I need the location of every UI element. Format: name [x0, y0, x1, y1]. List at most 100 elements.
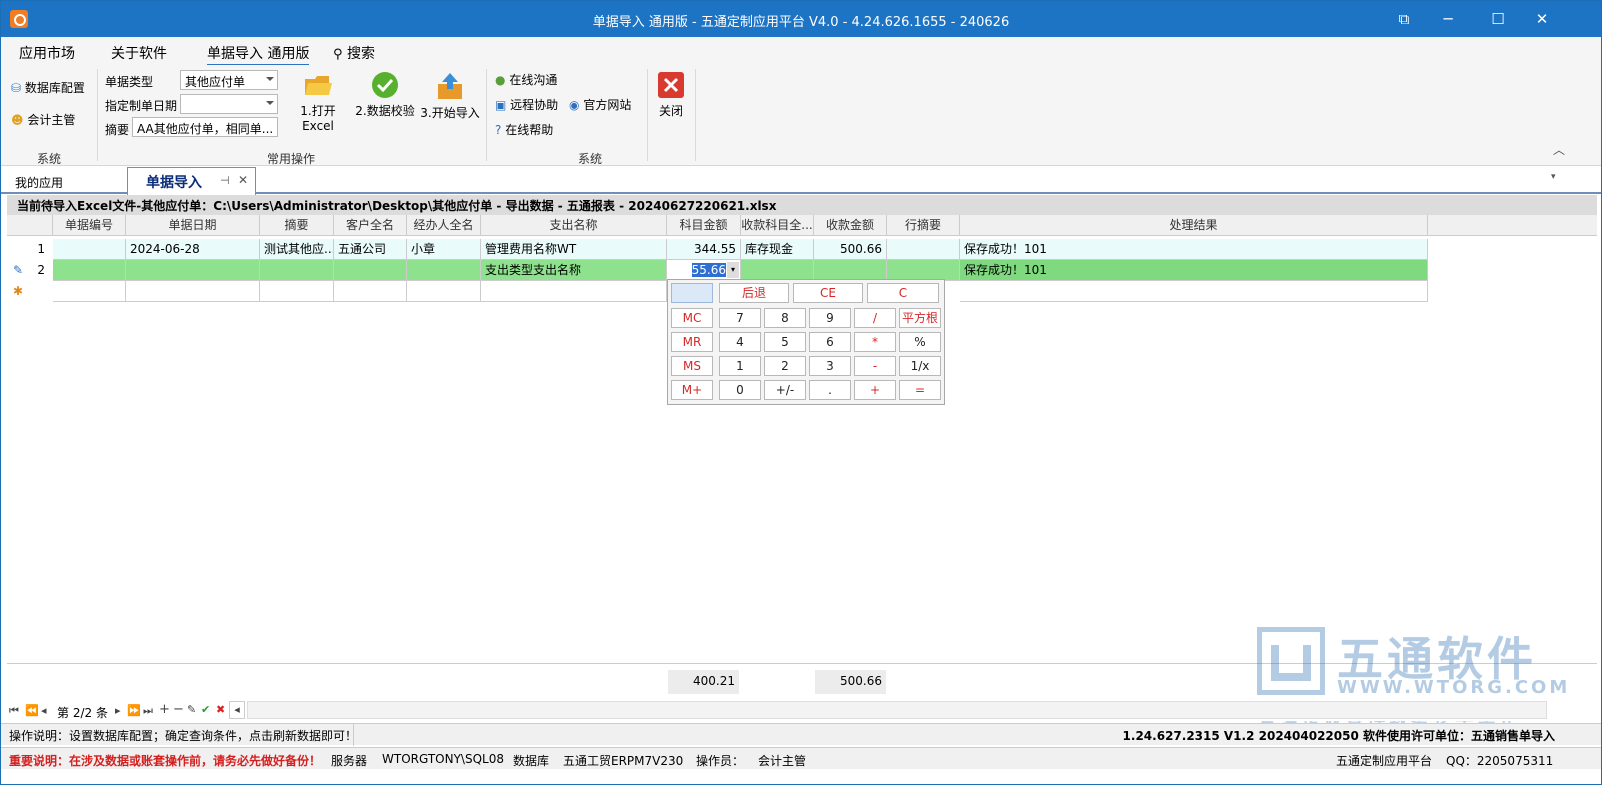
table-cell[interactable]: 500.66 — [814, 239, 887, 260]
close-window-button[interactable]: ✕ — [1531, 9, 1553, 29]
next-record-icon[interactable]: ▸ — [115, 704, 121, 717]
doc-type-select[interactable]: 其他应付单 — [180, 70, 278, 90]
calc-key[interactable]: 2 — [764, 356, 806, 376]
tab-doc-import[interactable]: 单据导入 ⊣ ✕ — [127, 167, 256, 196]
calc-key[interactable]: 4 — [719, 332, 761, 352]
horizontal-scrollbar[interactable] — [247, 701, 1547, 719]
table-cell[interactable]: 测试其他应... — [260, 239, 334, 260]
summary-input[interactable]: AA其他应付单，相同单... — [132, 117, 278, 137]
column-header[interactable]: 支出名称 — [481, 215, 667, 236]
table-cell[interactable] — [126, 260, 260, 281]
add-record-icon[interactable]: + — [159, 702, 170, 717]
table-cell[interactable]: 五通公司 — [334, 239, 407, 260]
calc-key[interactable]: MR — [671, 332, 713, 352]
column-header[interactable]: 科目金额 — [667, 215, 741, 236]
table-cell[interactable]: 保存成功！101 — [960, 239, 1428, 260]
table-cell[interactable] — [741, 260, 814, 281]
prev-page-icon[interactable]: ⏪ — [25, 704, 39, 717]
calc-key[interactable]: 5 — [764, 332, 806, 352]
table-cell[interactable]: 小章 — [407, 239, 481, 260]
column-header[interactable]: 收款科目全... — [741, 215, 814, 236]
open-excel-button[interactable]: 1.打开Excel — [285, 71, 351, 133]
restore-layout-icon[interactable]: ⧉ — [1393, 9, 1415, 29]
amount-editor[interactable]: 55.66 ▾ — [667, 260, 741, 281]
table-cell[interactable]: 库存现金 — [741, 239, 814, 260]
last-record-icon[interactable]: ⏭ — [143, 704, 153, 718]
table-cell[interactable] — [960, 281, 1428, 302]
calc-key[interactable]: = — [899, 380, 941, 400]
tab-dropdown-icon[interactable]: ▾ — [1551, 172, 1556, 182]
calc-key[interactable]: 0 — [719, 380, 761, 400]
table-cell[interactable] — [53, 239, 126, 260]
prev-record-icon[interactable]: ◂ — [41, 704, 47, 717]
menu-search[interactable]: ⚲ 搜索 — [333, 43, 375, 63]
menu-app-market[interactable]: 应用市场 — [19, 43, 75, 63]
table-cell[interactable] — [887, 239, 960, 260]
db-config-button[interactable]: ⛁ 数据库配置 — [11, 79, 85, 96]
table-cell[interactable] — [260, 260, 334, 281]
table-cell[interactable] — [260, 281, 334, 302]
accountant-button[interactable]: ☻ 会计主管 — [11, 111, 75, 128]
column-header[interactable]: 客户全名 — [334, 215, 407, 236]
chevron-down-icon[interactable]: ▾ — [727, 262, 739, 278]
pin-icon[interactable]: ⊣ — [220, 174, 230, 187]
next-page-icon[interactable]: ⏩ — [127, 704, 141, 717]
calc-backspace[interactable]: 后退 — [719, 283, 789, 303]
website-button[interactable]: ◉ 官方网站 — [569, 96, 631, 113]
calc-clear[interactable]: C — [867, 283, 939, 303]
delete-record-icon[interactable]: − — [173, 702, 184, 717]
table-cell[interactable]: 2024-06-28 — [126, 239, 260, 260]
first-record-icon[interactable]: ⏮ — [9, 704, 19, 718]
calc-key[interactable]: MS — [671, 356, 713, 376]
close-tab-icon[interactable]: ✕ — [238, 173, 248, 187]
table-cell[interactable] — [334, 260, 407, 281]
table-cell[interactable] — [126, 281, 260, 302]
table-cell[interactable] — [53, 281, 126, 302]
column-header[interactable]: 处理结果 — [960, 215, 1428, 236]
calc-key[interactable]: +/- — [764, 380, 806, 400]
calc-key[interactable]: % — [899, 332, 941, 352]
calc-key[interactable]: 6 — [809, 332, 851, 352]
edit-record-icon[interactable]: ✎ — [187, 703, 196, 716]
calc-key[interactable]: . — [809, 380, 851, 400]
calc-key[interactable]: 3 — [809, 356, 851, 376]
calc-key[interactable]: - — [854, 356, 896, 376]
minimize-button[interactable]: ─ — [1437, 9, 1459, 29]
calc-key[interactable]: 平方根 — [899, 308, 941, 328]
menu-about[interactable]: 关于软件 — [111, 43, 167, 63]
calc-key[interactable]: 7 — [719, 308, 761, 328]
calc-key[interactable]: M+ — [671, 380, 713, 400]
remote-help-button[interactable]: ▣ 远程协助 — [495, 96, 558, 113]
table-cell[interactable] — [481, 281, 667, 302]
table-cell[interactable]: 344.55 — [667, 239, 741, 260]
calc-key[interactable]: 9 — [809, 308, 851, 328]
column-header[interactable]: 摘要 — [260, 215, 334, 236]
table-cell[interactable] — [887, 260, 960, 281]
column-header[interactable]: 经办人全名 — [407, 215, 481, 236]
scroll-left-icon[interactable]: ◂ — [229, 701, 245, 719]
table-cell[interactable]: 管理费用名称WT — [481, 239, 667, 260]
calc-key[interactable]: 1/x — [899, 356, 941, 376]
calc-key[interactable]: * — [854, 332, 896, 352]
tab-my-apps[interactable]: 我的应用 — [15, 174, 63, 191]
maximize-button[interactable]: ☐ — [1487, 9, 1509, 29]
calc-ce[interactable]: CE — [793, 283, 863, 303]
online-help-button[interactable]: ? 在线帮助 — [495, 121, 553, 138]
calc-key[interactable]: 1 — [719, 356, 761, 376]
collapse-ribbon-icon[interactable]: ︿ — [1553, 141, 1565, 158]
table-cell[interactable] — [407, 281, 481, 302]
online-chat-button[interactable]: ● 在线沟通 — [495, 71, 557, 88]
table-cell[interactable]: 支出类型支出名称 — [481, 260, 667, 281]
calc-key[interactable]: 8 — [764, 308, 806, 328]
table-cell[interactable] — [407, 260, 481, 281]
start-import-button[interactable]: 3.开始导入 — [419, 71, 481, 121]
save-record-icon[interactable]: ✔ — [201, 703, 210, 716]
table-cell[interactable] — [53, 260, 126, 281]
table-cell[interactable]: 保存成功！101 — [960, 260, 1428, 281]
column-header[interactable]: 行摘要 — [887, 215, 960, 236]
table-cell[interactable] — [814, 260, 887, 281]
column-header[interactable]: 单据编号 — [53, 215, 126, 236]
validate-button[interactable]: 2.数据校验 — [354, 71, 416, 119]
column-header[interactable]: 收款金额 — [814, 215, 887, 236]
calc-key[interactable]: / — [854, 308, 896, 328]
